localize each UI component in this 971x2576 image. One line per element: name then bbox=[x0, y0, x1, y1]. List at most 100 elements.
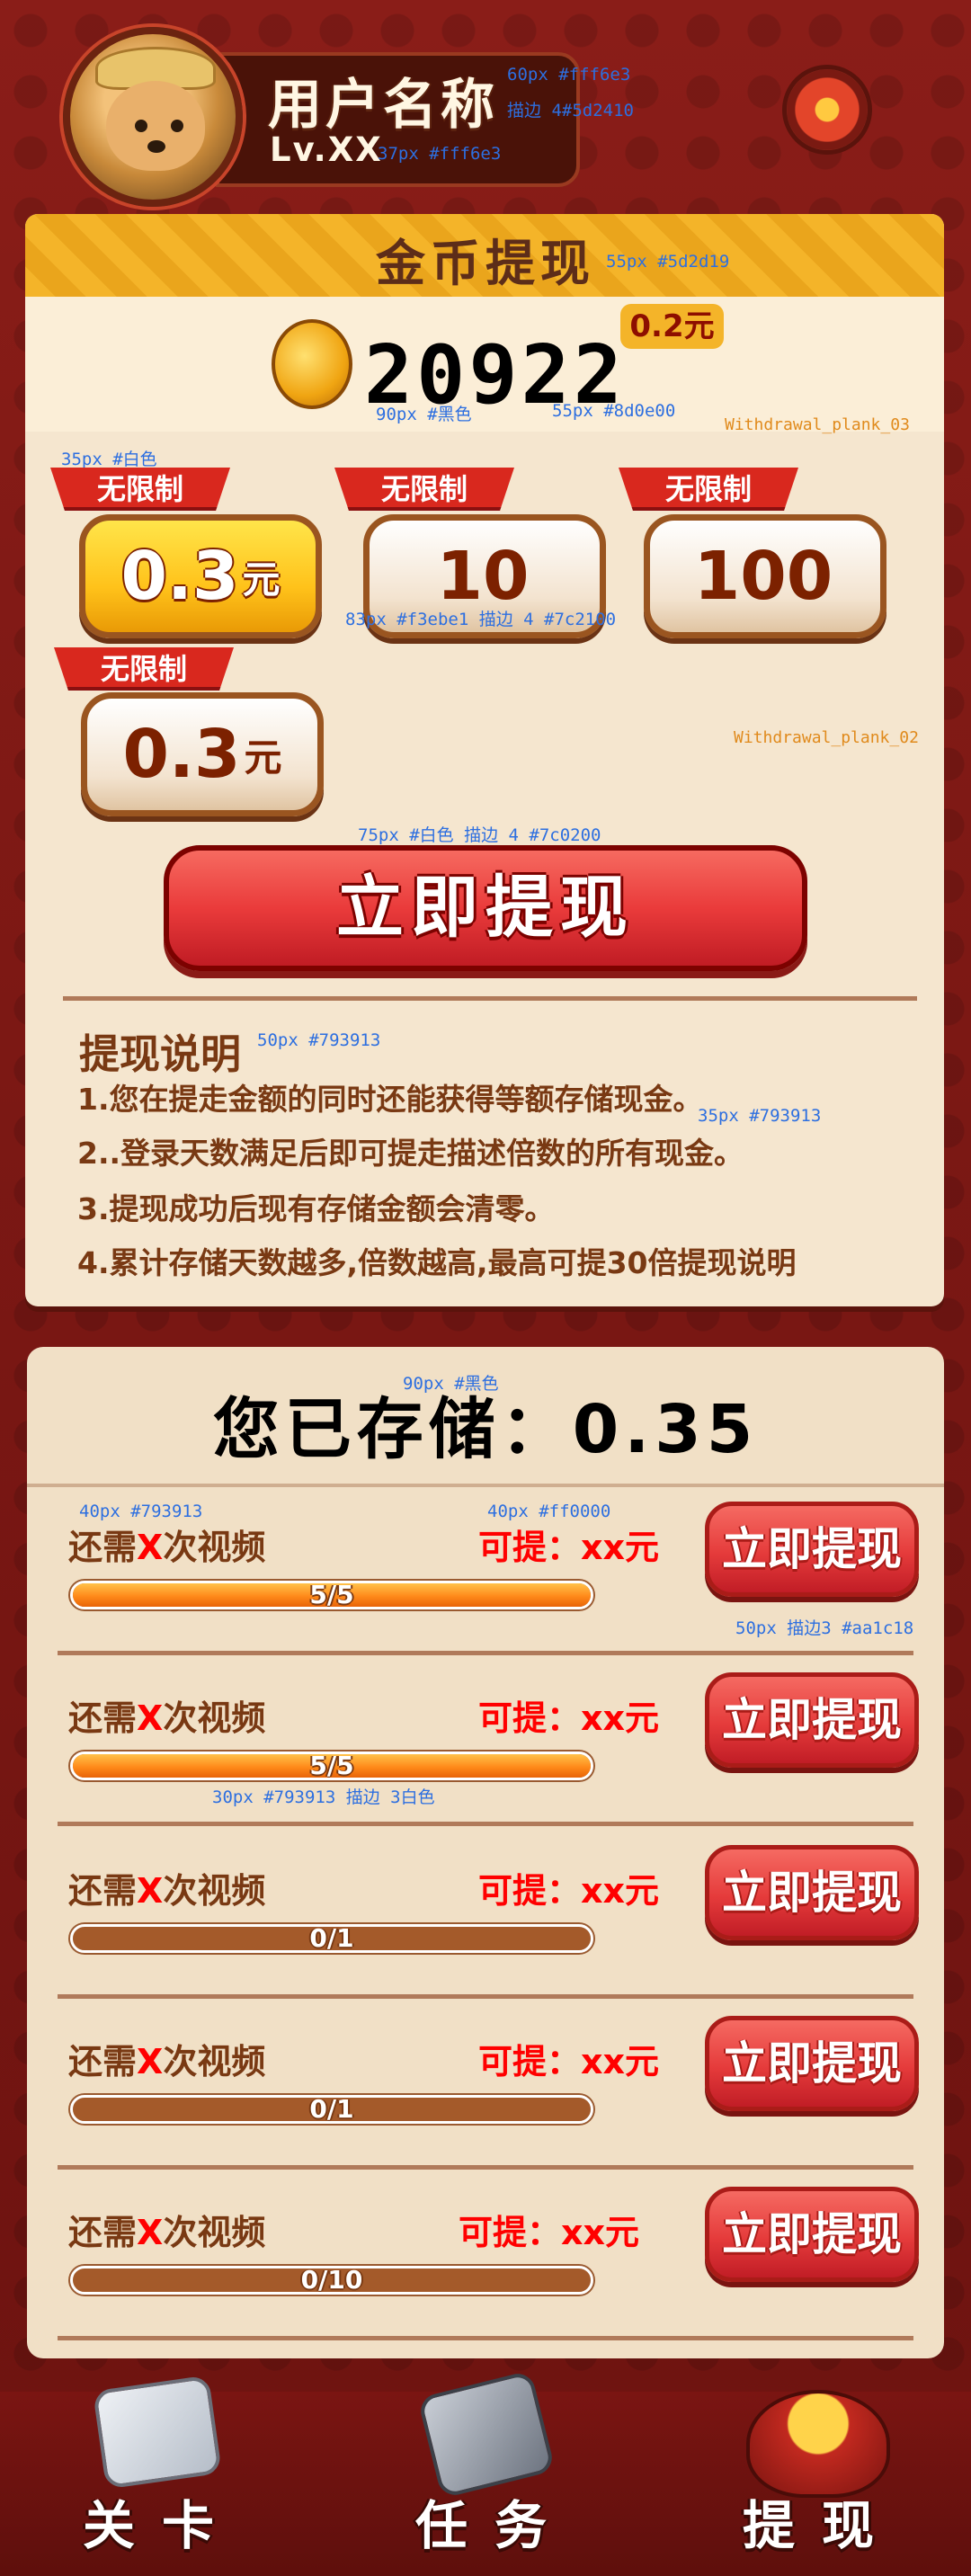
avatar-eye-left bbox=[135, 120, 147, 132]
row-withdraw-button[interactable]: 立即提现 bbox=[705, 1502, 919, 1597]
nav-label-tasks[interactable]: 任务 bbox=[415, 2483, 574, 2559]
annotation-note: Withdrawal_plank_02 bbox=[734, 728, 919, 747]
annotation-note: 37px #fff6e3 bbox=[378, 144, 502, 164]
option-value: 100 bbox=[693, 538, 833, 615]
annotation-note: 描边 4#5d2410 bbox=[507, 101, 634, 120]
row-can-withdraw: 可提：xx元 bbox=[478, 1528, 660, 1567]
row-divider bbox=[58, 2336, 913, 2340]
option-tag: 无限制 bbox=[54, 647, 234, 691]
progress-bar: 0/1 bbox=[70, 2095, 593, 2124]
annotation-note: 30px #793913 描边 3白色 bbox=[212, 1787, 435, 1807]
row-need-prefix: 还需 bbox=[68, 1528, 138, 1567]
row-need-prefix: 还需 bbox=[68, 2042, 138, 2081]
annotation-note: 55px #5d2d19 bbox=[606, 252, 730, 272]
row-need-text: 还需X次视频 bbox=[68, 2205, 265, 2254]
avatar-eye-right bbox=[171, 120, 183, 132]
row-need-suffix: 次视频 bbox=[163, 1698, 266, 1738]
withdraw-now-button[interactable]: 立即提现 bbox=[164, 845, 807, 971]
annotation-note: 40px #ff0000 bbox=[487, 1502, 611, 1521]
gold-coin-icon bbox=[272, 319, 352, 409]
row-need-x: X bbox=[137, 1528, 164, 1567]
row-need-text: 还需X次视频 bbox=[68, 1520, 265, 1569]
withdraw-option-3[interactable]: 0.3 元 bbox=[81, 692, 324, 816]
task-book-icon bbox=[417, 2369, 556, 2500]
annotation-note: 90px #黑色 bbox=[376, 405, 472, 424]
row-need-suffix: 次视频 bbox=[163, 1528, 266, 1567]
row-can-withdraw: 可提：xx元 bbox=[459, 2213, 640, 2252]
nav-label-levels[interactable]: 关卡 bbox=[83, 2483, 241, 2559]
row-withdraw-button[interactable]: 立即提现 bbox=[705, 2016, 919, 2111]
description-line: 3.提现成功后现有存储金额会清零。 bbox=[77, 1191, 555, 1226]
divider bbox=[63, 996, 917, 1001]
nav-item-levels[interactable] bbox=[90, 2375, 225, 2491]
settings-gear-button[interactable] bbox=[782, 65, 872, 155]
row-need-text: 还需X次视频 bbox=[68, 2034, 265, 2083]
nav-item-tasks[interactable] bbox=[414, 2369, 557, 2500]
treasure-bag-icon bbox=[746, 2390, 890, 2498]
nav-item-withdraw[interactable] bbox=[737, 2374, 908, 2500]
option-value: 0.3 bbox=[120, 538, 239, 615]
user-name: 用户名称 bbox=[268, 74, 498, 137]
annotation-note: Withdrawal_plank_03 bbox=[725, 415, 910, 434]
row-can-withdraw: 可提：xx元 bbox=[478, 1698, 660, 1738]
row-need-text: 还需X次视频 bbox=[68, 1863, 265, 1912]
annotation-note: 83px #f3ebe1 描边 4 #7c2100 bbox=[345, 610, 617, 629]
row-need-suffix: 次视频 bbox=[163, 1871, 266, 1911]
row-need-x: X bbox=[137, 2213, 164, 2252]
row-need-prefix: 还需 bbox=[68, 1871, 138, 1911]
withdraw-option-0[interactable]: 0.3 元 bbox=[79, 514, 322, 638]
option-unit: 元 bbox=[244, 735, 282, 780]
option-tag: 无限制 bbox=[334, 468, 514, 511]
row-divider bbox=[58, 1651, 913, 1655]
annotation-note: 40px #793913 bbox=[79, 1502, 203, 1521]
row-divider bbox=[58, 1994, 913, 1999]
avatar-nose bbox=[147, 140, 165, 153]
avatar-dog-face bbox=[106, 81, 205, 171]
option-tag: 无限制 bbox=[619, 468, 798, 511]
description-line: 1.您在提走金额的同时还能获得等额存储现金。 bbox=[77, 1082, 703, 1117]
panel-title: 金币提现 bbox=[375, 235, 595, 292]
description-line: 4.累计存储天数越多,倍数越高,最高可提30倍提现说明 bbox=[77, 1245, 797, 1280]
row-need-suffix: 次视频 bbox=[163, 2042, 266, 2081]
progress-label: 5/5 bbox=[309, 1581, 354, 1609]
description-title: 提现说明 bbox=[79, 1030, 242, 1078]
progress-bar: 5/5 bbox=[70, 1752, 593, 1780]
row-can-withdraw: 可提：xx元 bbox=[478, 1871, 660, 1911]
divider bbox=[27, 1484, 944, 1487]
map-scroll-icon bbox=[92, 2375, 223, 2490]
nav-label-withdraw[interactable]: 提现 bbox=[743, 2483, 901, 2559]
withdraw-option-2[interactable]: 100 bbox=[644, 514, 886, 638]
progress-label: 0/1 bbox=[309, 2095, 354, 2124]
annotation-note: 75px #白色 描边 4 #7c0200 bbox=[358, 825, 601, 845]
user-level: Lv.XX bbox=[270, 130, 383, 169]
annotation-note: 50px 描边3 #aa1c18 bbox=[735, 1618, 914, 1638]
storage-title: 您已存储：0.35 bbox=[212, 1391, 759, 1468]
row-withdraw-button[interactable]: 立即提现 bbox=[705, 2187, 919, 2282]
row-need-prefix: 还需 bbox=[68, 1698, 138, 1738]
progress-label: 0/1 bbox=[309, 1924, 354, 1953]
rmb-value-badge: 0.2元 bbox=[620, 304, 724, 349]
row-need-prefix: 还需 bbox=[68, 2213, 138, 2252]
row-need-text: 还需X次视频 bbox=[68, 1690, 265, 1740]
progress-label: 0/10 bbox=[300, 2266, 363, 2295]
row-need-x: X bbox=[137, 1871, 164, 1911]
row-need-x: X bbox=[137, 2042, 164, 2081]
annotation-note: 60px #fff6e3 bbox=[507, 65, 631, 85]
row-withdraw-button[interactable]: 立即提现 bbox=[705, 1845, 919, 1940]
row-need-suffix: 次视频 bbox=[163, 2213, 266, 2252]
option-value: 10 bbox=[436, 538, 530, 615]
annotation-note: 35px #793913 bbox=[698, 1106, 822, 1126]
progress-label: 5/5 bbox=[309, 1752, 354, 1780]
progress-bar: 5/5 bbox=[70, 1581, 593, 1609]
row-divider bbox=[58, 1822, 913, 1826]
description-line: 2..登录天数满足后即可提走描述倍数的所有现金。 bbox=[77, 1136, 744, 1171]
annotation-note: 35px #白色 bbox=[61, 450, 157, 469]
option-tag: 无限制 bbox=[50, 468, 230, 511]
user-avatar[interactable] bbox=[63, 27, 243, 207]
option-value: 0.3 bbox=[122, 716, 241, 793]
row-divider bbox=[58, 2165, 913, 2170]
row-can-withdraw: 可提：xx元 bbox=[478, 2042, 660, 2081]
option-unit: 元 bbox=[242, 557, 281, 602]
annotation-note: 50px #793913 bbox=[257, 1030, 381, 1050]
row-withdraw-button[interactable]: 立即提现 bbox=[705, 1672, 919, 1768]
